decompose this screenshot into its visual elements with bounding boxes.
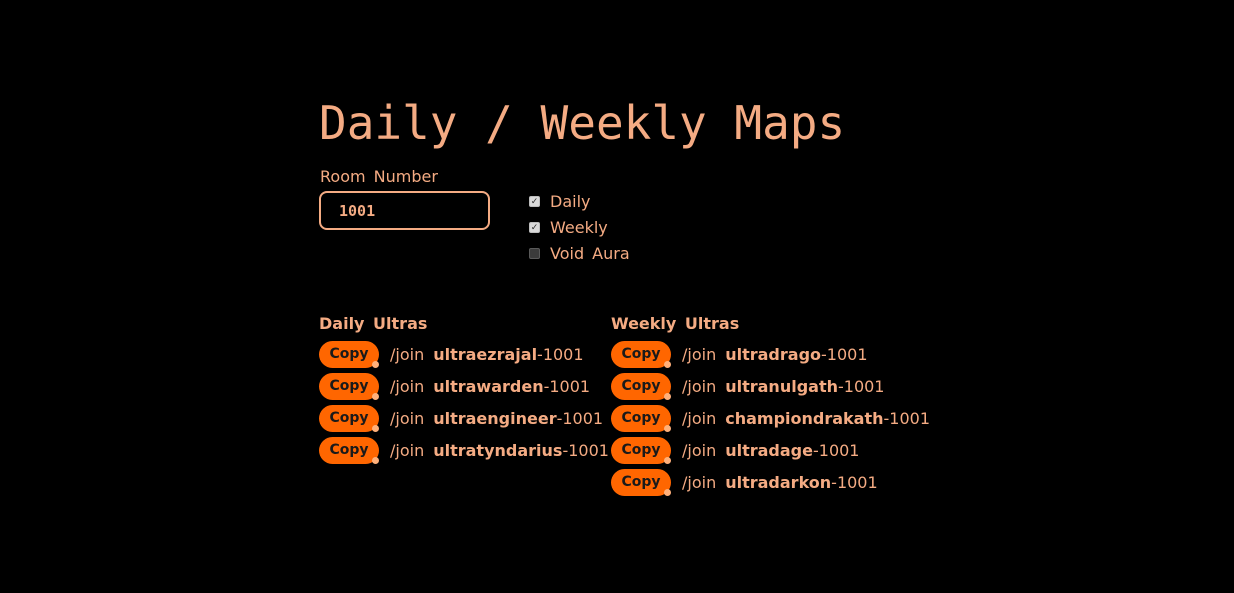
copy-button-dot [372, 392, 379, 400]
join-command: /join ultradarkon-1001 [682, 473, 878, 492]
join-prefix: /join [682, 344, 717, 364]
join-prefix: /join [682, 376, 717, 396]
daily-map-row: Copy /join ultratyndarius-1001 [319, 434, 609, 466]
copy-button[interactable]: Copy [611, 468, 671, 496]
room-suffix: -1001 [562, 440, 609, 460]
room-suffix: -1001 [837, 376, 885, 396]
map-name: ultradrago [725, 344, 822, 364]
copy-button-dot [372, 360, 379, 368]
copy-button-label: Copy [621, 346, 661, 362]
copy-button-label: Copy [329, 410, 369, 426]
copy-button[interactable]: Copy [319, 404, 379, 432]
copy-button[interactable]: Copy [319, 340, 379, 368]
map-name: ultradarkon [725, 472, 832, 492]
join-command: /join ultratyndarius-1001 [390, 441, 609, 460]
join-command: /join ultrawarden-1001 [390, 377, 590, 396]
join-command: /join ultraengineer-1001 [390, 409, 603, 428]
weekly-map-row: Copy /join ultranulgath-1001 [611, 370, 930, 402]
option-weekly[interactable]: ✓ Weekly [529, 214, 630, 240]
weekly-map-row: Copy /join championdrakath-1001 [611, 402, 930, 434]
join-prefix: /join [390, 440, 425, 460]
copy-button-label: Copy [329, 346, 369, 362]
room-number-label: Room Number [320, 167, 438, 186]
daily-checkbox[interactable]: ✓ [529, 195, 540, 207]
copy-button[interactable]: Copy [611, 404, 671, 432]
weekly-map-row: Copy /join ultradage-1001 [611, 434, 930, 466]
map-name: ultraengineer [433, 408, 557, 428]
join-prefix: /join [390, 376, 425, 396]
map-name: championdrakath [725, 408, 884, 428]
room-suffix: -1001 [831, 472, 878, 492]
map-name: ultradage [725, 440, 813, 460]
copy-button-label: Copy [621, 474, 661, 490]
copy-button-label: Copy [621, 410, 661, 426]
room-suffix: -1001 [556, 408, 604, 428]
copy-button-dot [372, 424, 379, 432]
join-command: /join ultradrago-1001 [682, 345, 868, 364]
daily-ultras-section: Daily Ultras Copy /join ultraezrajal-1001… [319, 314, 609, 466]
room-suffix: -1001 [821, 344, 868, 364]
page-title: Daily / Weekly Maps [319, 96, 846, 150]
room-suffix: -1001 [883, 408, 931, 428]
copy-button[interactable]: Copy [319, 436, 379, 464]
map-type-options: ✓ Daily ✓ Weekly Void Aura [529, 188, 630, 266]
join-prefix: /join [390, 408, 425, 428]
copy-button[interactable]: Copy [611, 340, 671, 368]
copy-button-dot [664, 424, 671, 432]
join-command: /join ultraezrajal-1001 [390, 345, 584, 364]
weekly-ultras-section: Weekly Ultras Copy /join ultradrago-1001 … [611, 314, 930, 498]
daily-option-label[interactable]: Daily [550, 192, 590, 211]
void-aura-checkbox[interactable] [529, 247, 540, 259]
option-void-aura[interactable]: Void Aura [529, 240, 630, 266]
daily-map-row: Copy /join ultraezrajal-1001 [319, 338, 609, 370]
weekly-option-label[interactable]: Weekly [550, 218, 608, 237]
daily-map-row: Copy /join ultrawarden-1001 [319, 370, 609, 402]
option-daily[interactable]: ✓ Daily [529, 188, 630, 214]
join-prefix: /join [682, 440, 717, 460]
room-suffix: -1001 [812, 440, 860, 460]
copy-button-label: Copy [329, 378, 369, 394]
room-number-input[interactable] [319, 191, 490, 230]
void-aura-option-label[interactable]: Void Aura [550, 244, 630, 263]
join-prefix: /join [682, 472, 717, 492]
copy-button[interactable]: Copy [611, 372, 671, 400]
weekly-map-row: Copy /join ultradarkon-1001 [611, 466, 930, 498]
copy-button[interactable]: Copy [611, 436, 671, 464]
copy-button[interactable]: Copy [319, 372, 379, 400]
copy-button-dot [372, 456, 379, 464]
copy-button-label: Copy [621, 378, 661, 394]
join-command: /join ultranulgath-1001 [682, 377, 884, 396]
daily-ultras-heading: Daily Ultras [319, 314, 428, 333]
map-name: ultraezrajal [433, 344, 538, 364]
weekly-checkbox[interactable]: ✓ [529, 221, 540, 233]
copy-button-dot [664, 360, 671, 368]
copy-button-dot [664, 392, 671, 400]
map-name: ultrawarden [433, 376, 544, 396]
room-suffix: -1001 [537, 344, 584, 364]
map-name: ultranulgath [725, 376, 838, 396]
map-name: ultratyndarius [433, 440, 563, 460]
weekly-ultras-heading: Weekly Ultras [611, 314, 740, 333]
room-suffix: -1001 [543, 376, 591, 396]
join-prefix: /join [390, 344, 425, 364]
copy-button-dot [664, 488, 671, 496]
copy-button-dot [664, 456, 671, 464]
copy-button-label: Copy [621, 442, 661, 458]
join-command: /join championdrakath-1001 [682, 409, 930, 428]
weekly-map-row: Copy /join ultradrago-1001 [611, 338, 930, 370]
copy-button-label: Copy [329, 442, 369, 458]
daily-map-row: Copy /join ultraengineer-1001 [319, 402, 609, 434]
join-prefix: /join [682, 408, 717, 428]
join-command: /join ultradage-1001 [682, 441, 859, 460]
